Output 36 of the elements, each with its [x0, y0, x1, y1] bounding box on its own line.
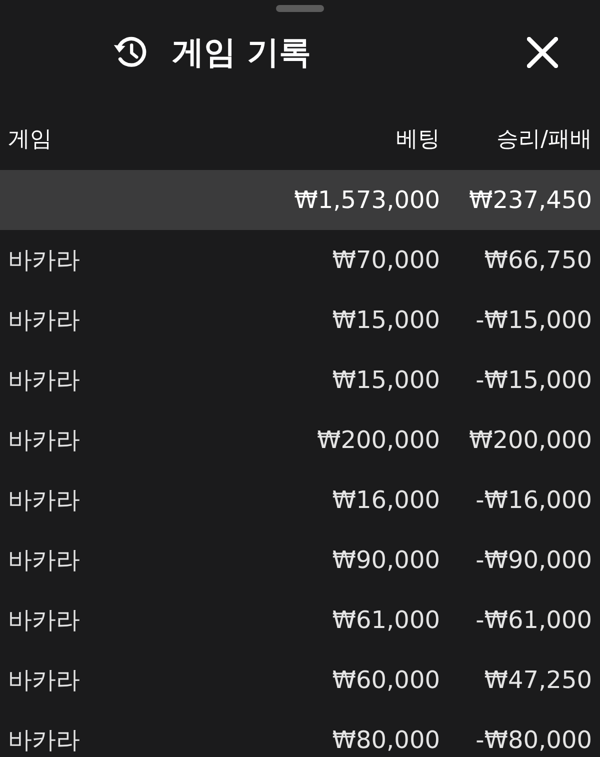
bet-amount: ₩15,000 — [332, 305, 440, 335]
game-name: 바카라 — [8, 245, 81, 275]
bet-amount: ₩80,000 — [332, 725, 440, 755]
bet-amount: ₩200,000 — [317, 425, 440, 455]
game-name: 바카라 — [8, 725, 81, 755]
bet-amount: ₩16,000 — [332, 485, 440, 515]
game-name: 바카라 — [8, 605, 81, 635]
game-name: 바카라 — [8, 365, 81, 395]
total-result: ₩237,450 — [469, 185, 592, 215]
column-header: 게임 — [8, 126, 52, 154]
result-amount: ₩200,000 — [469, 425, 592, 455]
game-name: 바카라 — [8, 425, 81, 455]
result-amount: ₩47,250 — [484, 665, 592, 695]
bet-amount: ₩90,000 — [332, 545, 440, 575]
game-name: 바카라 — [8, 545, 81, 575]
result-amount: -₩80,000 — [476, 725, 592, 755]
total-bet: ₩1,573,000 — [294, 185, 440, 215]
sheet-title: 게임 기록 — [172, 32, 312, 72]
result-amount: -₩15,000 — [476, 365, 592, 395]
result-amount: -₩16,000 — [476, 485, 592, 515]
bet-amount: ₩15,000 — [332, 365, 440, 395]
close-icon — [527, 36, 558, 68]
bet-amount: ₩61,000 — [332, 605, 440, 635]
result-amount: -₩90,000 — [476, 545, 592, 575]
bet-amount: ₩70,000 — [332, 245, 440, 275]
result-amount: -₩61,000 — [476, 605, 592, 635]
result-amount: -₩15,000 — [476, 305, 592, 335]
game-name: 바카라 — [8, 665, 81, 695]
column-header: 베팅 — [396, 126, 440, 154]
column-header: 승리/패배 — [496, 126, 592, 154]
game-name: 바카라 — [8, 485, 81, 515]
game-name: 바카라 — [8, 305, 81, 335]
result-amount: ₩66,750 — [484, 245, 592, 275]
bet-amount: ₩60,000 — [332, 665, 440, 695]
drag-handle[interactable] — [276, 5, 324, 12]
close-button[interactable] — [527, 36, 558, 68]
